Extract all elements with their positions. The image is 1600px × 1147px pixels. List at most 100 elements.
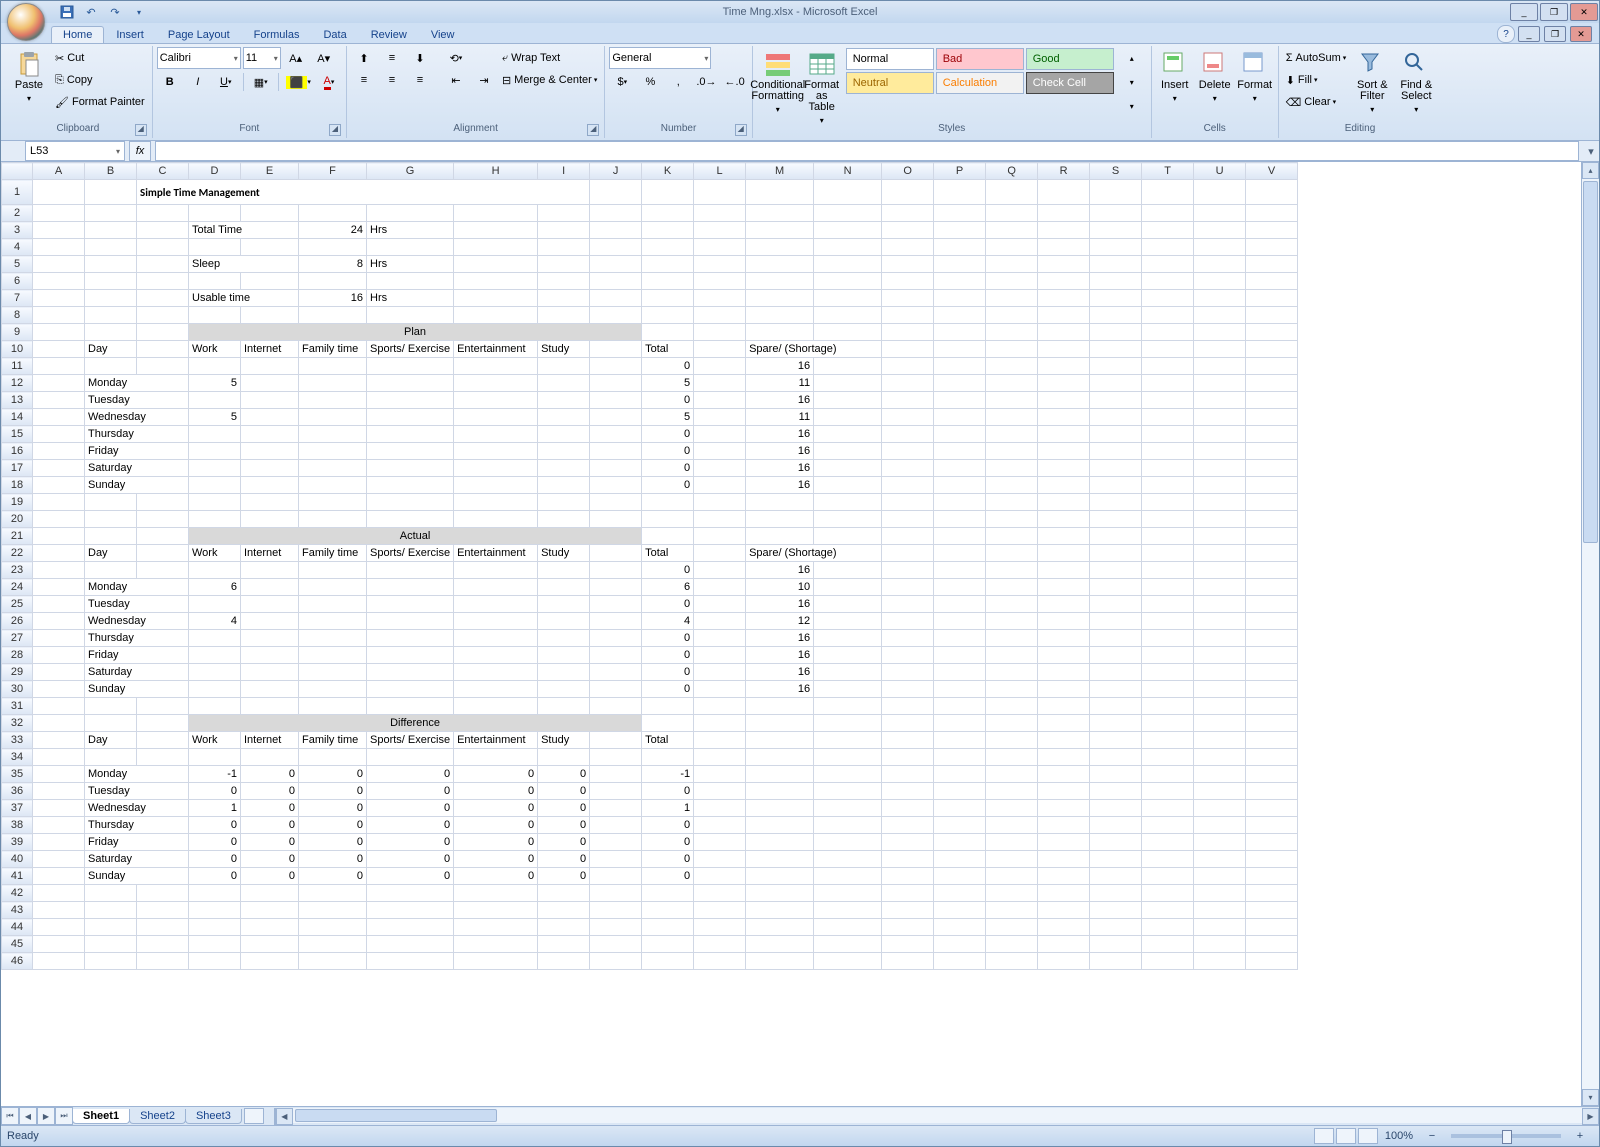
cell-U4[interactable] bbox=[1194, 239, 1246, 256]
cell-I26[interactable] bbox=[538, 613, 590, 630]
cell-T24[interactable] bbox=[1142, 579, 1194, 596]
cell-K16[interactable]: 0 bbox=[642, 443, 694, 460]
cell-A17[interactable] bbox=[33, 460, 85, 477]
cell-O24[interactable] bbox=[882, 579, 934, 596]
styles-gallery-button[interactable]: ▾ bbox=[1119, 95, 1145, 117]
cell-B18[interactable]: Sunday bbox=[85, 477, 189, 494]
cell-O2[interactable] bbox=[882, 205, 934, 222]
cell-C45[interactable] bbox=[137, 936, 189, 953]
cell-S29[interactable] bbox=[1090, 664, 1142, 681]
cell-E10[interactable]: Internet bbox=[241, 341, 299, 358]
cell-S22[interactable] bbox=[1090, 545, 1142, 562]
cell-K33[interactable]: Total bbox=[642, 732, 694, 749]
cell-O42[interactable] bbox=[882, 885, 934, 902]
cell-G11[interactable] bbox=[367, 358, 454, 375]
cell-V36[interactable] bbox=[1246, 783, 1298, 800]
cell-O10[interactable] bbox=[882, 341, 934, 358]
cell-L13[interactable] bbox=[694, 392, 746, 409]
cell-Q18[interactable] bbox=[986, 477, 1038, 494]
redo-icon[interactable]: ↷ bbox=[105, 2, 125, 22]
cell-O34[interactable] bbox=[882, 749, 934, 766]
cell-V17[interactable] bbox=[1246, 460, 1298, 477]
cell-E40[interactable]: 0 bbox=[241, 851, 299, 868]
cell-E41[interactable]: 0 bbox=[241, 868, 299, 885]
cell-R35[interactable] bbox=[1038, 766, 1090, 783]
cell-U33[interactable] bbox=[1194, 732, 1246, 749]
cell-F4[interactable] bbox=[299, 239, 367, 256]
cell-U19[interactable] bbox=[1194, 494, 1246, 511]
cell-O31[interactable] bbox=[882, 698, 934, 715]
cell-D11[interactable] bbox=[189, 358, 241, 375]
name-box[interactable]: L53▾ bbox=[25, 141, 125, 161]
cell-C11[interactable] bbox=[137, 358, 189, 375]
cell-N28[interactable] bbox=[814, 647, 882, 664]
cell-M22[interactable]: Spare/ (Shortage) bbox=[746, 545, 882, 562]
cell-J17[interactable] bbox=[590, 460, 642, 477]
comma-button[interactable]: , bbox=[665, 71, 691, 93]
cell-L30[interactable] bbox=[694, 681, 746, 698]
cell-E36[interactable]: 0 bbox=[241, 783, 299, 800]
cell-S8[interactable] bbox=[1090, 307, 1142, 324]
cell-V29[interactable] bbox=[1246, 664, 1298, 681]
cell-E28[interactable] bbox=[241, 647, 299, 664]
cell-L39[interactable] bbox=[694, 834, 746, 851]
cell-G35[interactable]: 0 bbox=[367, 766, 454, 783]
cell-V44[interactable] bbox=[1246, 919, 1298, 936]
cell-V40[interactable] bbox=[1246, 851, 1298, 868]
cell-N4[interactable] bbox=[814, 239, 882, 256]
cell-U43[interactable] bbox=[1194, 902, 1246, 919]
cell-Q15[interactable] bbox=[986, 426, 1038, 443]
cell-M27[interactable]: 16 bbox=[746, 630, 814, 647]
cell-Q7[interactable] bbox=[986, 290, 1038, 307]
cell-E17[interactable] bbox=[241, 460, 299, 477]
cell-O46[interactable] bbox=[882, 953, 934, 970]
cell-N41[interactable] bbox=[814, 868, 882, 885]
cell-H41[interactable]: 0 bbox=[454, 868, 538, 885]
select-all-corner[interactable] bbox=[2, 163, 33, 180]
cell-J18[interactable] bbox=[590, 477, 642, 494]
row-header-16[interactable]: 16 bbox=[2, 443, 33, 460]
cell-P6[interactable] bbox=[934, 273, 986, 290]
fx-button[interactable]: fx bbox=[129, 141, 151, 161]
cell-H31[interactable] bbox=[454, 698, 538, 715]
row-header-41[interactable]: 41 bbox=[2, 868, 33, 885]
cell-B6[interactable] bbox=[85, 273, 137, 290]
cell-Q43[interactable] bbox=[986, 902, 1038, 919]
cell-M18[interactable]: 16 bbox=[746, 477, 814, 494]
row-header-38[interactable]: 38 bbox=[2, 817, 33, 834]
row-header-29[interactable]: 29 bbox=[2, 664, 33, 681]
style-bad[interactable]: Bad bbox=[936, 48, 1024, 70]
cell-K25[interactable]: 0 bbox=[642, 596, 694, 613]
cell-H40[interactable]: 0 bbox=[454, 851, 538, 868]
cell-A24[interactable] bbox=[33, 579, 85, 596]
cell-E37[interactable]: 0 bbox=[241, 800, 299, 817]
cell-U20[interactable] bbox=[1194, 511, 1246, 528]
cell-K29[interactable]: 0 bbox=[642, 664, 694, 681]
cell-O17[interactable] bbox=[882, 460, 934, 477]
border-button[interactable]: ▦▾ bbox=[248, 71, 274, 93]
cell-K46[interactable] bbox=[642, 953, 694, 970]
cell-V25[interactable] bbox=[1246, 596, 1298, 613]
cell-G26[interactable] bbox=[367, 613, 454, 630]
cell-P15[interactable] bbox=[934, 426, 986, 443]
cell-N7[interactable] bbox=[814, 290, 882, 307]
cell-P14[interactable] bbox=[934, 409, 986, 426]
clear-button[interactable]: ⌫ Clear▾ bbox=[1283, 91, 1339, 113]
cell-D2[interactable] bbox=[189, 205, 241, 222]
cell-U5[interactable] bbox=[1194, 256, 1246, 273]
cell-N3[interactable] bbox=[814, 222, 882, 239]
cell-D28[interactable] bbox=[189, 647, 241, 664]
cell-O44[interactable] bbox=[882, 919, 934, 936]
cell-J4[interactable] bbox=[590, 239, 642, 256]
cell-R14[interactable] bbox=[1038, 409, 1090, 426]
cell-S1[interactable] bbox=[1090, 180, 1142, 205]
cell-B33[interactable]: Day bbox=[85, 732, 137, 749]
cell-M37[interactable] bbox=[746, 800, 814, 817]
cell-O26[interactable] bbox=[882, 613, 934, 630]
cell-J43[interactable] bbox=[590, 902, 642, 919]
cell-A8[interactable] bbox=[33, 307, 85, 324]
cell-B9[interactable] bbox=[85, 324, 137, 341]
cell-I36[interactable]: 0 bbox=[538, 783, 590, 800]
ribbon-tab-view[interactable]: View bbox=[419, 26, 467, 43]
cell-L42[interactable] bbox=[694, 885, 746, 902]
